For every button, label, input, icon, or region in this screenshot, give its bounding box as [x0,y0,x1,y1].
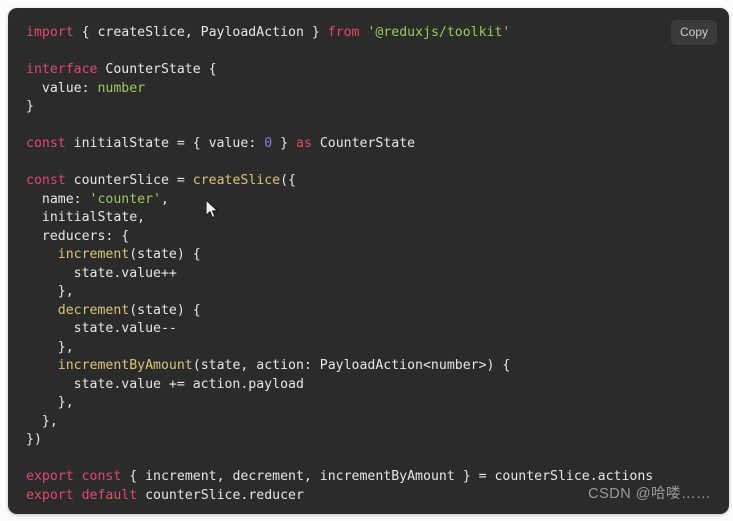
code-line: }, [26,413,711,432]
code-line: reducers: { [26,228,711,247]
code-token-key: const [26,173,66,188]
code-token-key: default [81,487,138,503]
code-token-plain: initialState = { value: [65,136,265,151]
code-line: interface CounterState { [26,61,711,80]
code-token-key: export [26,487,74,503]
code-line: const counterSlice = createSlice({ [26,172,711,191]
code-line: increment(state) { [26,246,711,265]
code-token-key: const [81,469,122,484]
code-token-plain: CounterState [311,136,416,151]
code-token-key: const [26,136,66,151]
code-token-plain: (state, action: PayloadAction<number>) { [192,358,511,373]
code-token-plain: }, [26,284,74,299]
code-token-plain: }, [26,413,58,429]
code-line: export default counterSlice.reducer [26,487,711,506]
code-token-plain: ({ [280,173,296,188]
code-token-fn: increment [57,247,130,262]
code-token-plain: } [26,99,34,114]
code-token-plain: }) [26,432,42,447]
code-line: import { createSlice, PayloadAction } fr… [26,24,711,43]
code-token-plain: counterSlice = [65,173,193,188]
code-token-plain: value: [26,80,98,96]
code-token-num: 0 [264,136,273,151]
code-line: } [26,98,711,117]
code-line: value: number [26,80,711,99]
code-line: export const { increment, decrement, inc… [26,468,711,487]
code-token-plain: }, [26,395,74,410]
code-line: }) [26,431,711,450]
code-token-plain: name: [26,191,90,207]
code-token-key: from [327,25,360,40]
code-line: decrement(state) { [26,302,711,321]
code-token-plain: state.value-- [26,321,177,336]
code-token-plain: reducers: { [26,228,130,244]
code-line: state.value++ [26,265,711,284]
code-token-key: interface [26,62,98,77]
code-token-plain: counterSlice.reducer [137,487,304,503]
copy-button[interactable]: Copy [670,20,717,45]
code-line: state.value += action.payload [26,376,711,395]
code-line: const initialState = { value: 0 } as Cou… [26,135,711,154]
screenshot-root: import { createSlice, PayloadAction } fr… [0,0,733,521]
code-token-fn: createSlice [192,173,281,188]
code-token-key: export [26,469,74,484]
code-line: name: 'counter', [26,191,711,210]
code-token-plain: initialState, [26,210,146,225]
code-token-plain: } [272,136,296,151]
code-token-plain: state.value++ [26,265,177,281]
code-line: initialState, [26,209,711,228]
code-token-plain: }, [26,339,74,355]
code-block-card: import { createSlice, PayloadAction } fr… [8,8,729,514]
code-token-fn: incrementByAmount [57,358,193,373]
code-line: incrementByAmount(state, action: Payload… [26,357,711,376]
code-token-plain: state.value += action.payload [26,376,304,392]
code-line: }, [26,339,711,358]
code-scroll-area[interactable]: import { createSlice, PayloadAction } fr… [8,8,729,514]
code-token-plain: CounterState { [97,62,217,77]
code-token-str: 'counter' [89,191,161,207]
code-line: }, [26,394,711,413]
code-token-key: import [26,25,74,40]
code-token-fn: decrement [57,302,130,318]
source-code[interactable]: import { createSlice, PayloadAction } fr… [26,24,711,505]
code-token-plain: { createSlice, PayloadAction } [73,25,328,40]
code-token-type: number [97,80,146,96]
code-token-plain: (state) { [129,302,201,318]
code-token-plain: { increment, decrement, incrementByAmoun… [121,469,654,484]
code-line: }, [26,283,711,302]
code-token-plain: (state) { [129,247,201,262]
code-line: state.value-- [26,320,711,339]
code-token-str: '@reduxjs/toolkit' [367,25,511,40]
code-token-plain: , [161,191,169,207]
code-token-key: as [295,136,312,151]
